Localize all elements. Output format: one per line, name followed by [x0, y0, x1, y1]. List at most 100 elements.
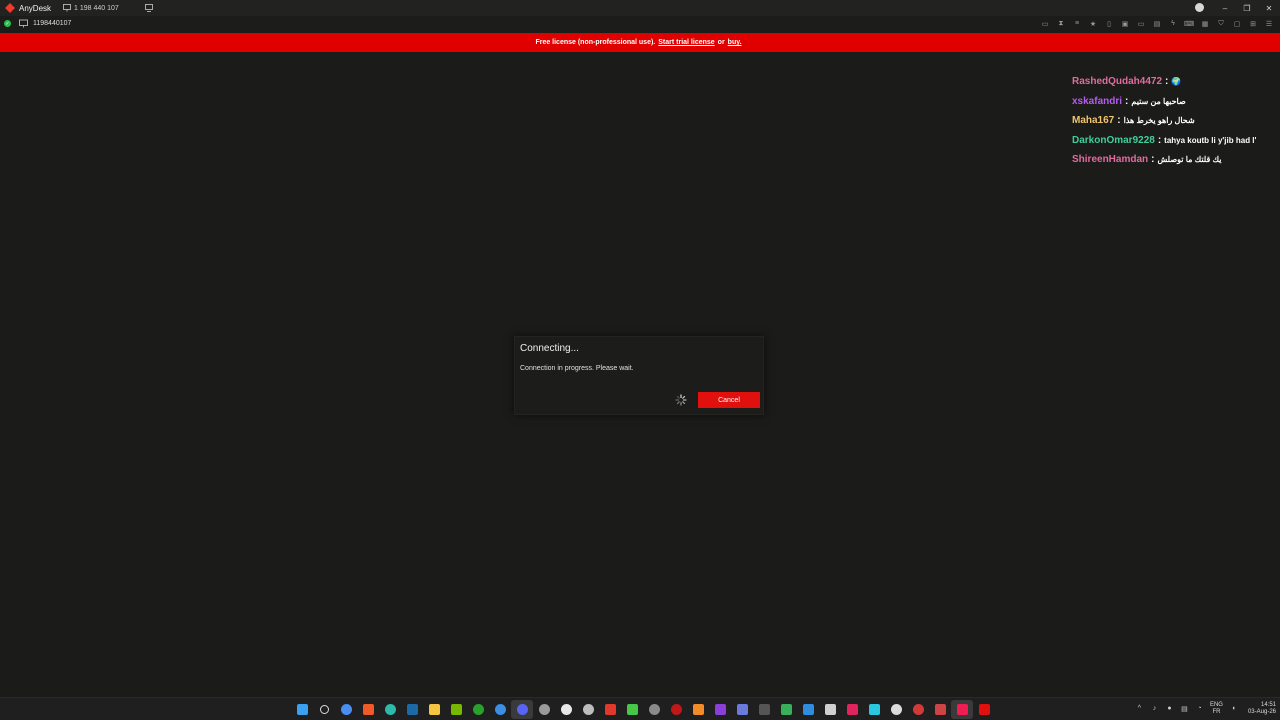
- session-tab[interactable]: 1 198 440 107: [63, 4, 119, 12]
- chat-text: tahya koutb li y'jib had l': [1164, 135, 1257, 145]
- chat-username: DarkonOmar9228: [1072, 134, 1155, 146]
- anydesk-active-icon[interactable]: [973, 700, 995, 719]
- window-controls: – ❐ ✕: [1214, 0, 1280, 16]
- monitor-add-icon: [144, 4, 153, 12]
- chat-message: Maha167: شحال راهو يخرط هذا: [1072, 111, 1280, 131]
- chat-separator: :: [1151, 154, 1155, 166]
- chat-icon[interactable]: ▭: [1040, 19, 1050, 28]
- steam-icon[interactable]: [401, 700, 423, 719]
- lightning-icon[interactable]: ϟ: [1168, 19, 1178, 28]
- file-icon[interactable]: ▯: [1104, 19, 1114, 28]
- z-app-icon[interactable]: [863, 700, 885, 719]
- mic-icon[interactable]: ●: [1165, 705, 1174, 712]
- dialog-title: Connecting...: [520, 343, 579, 354]
- volume-icon[interactable]: ◖: [1229, 705, 1238, 712]
- wifi-icon[interactable]: ◔: [1195, 705, 1204, 712]
- folder-icon[interactable]: [423, 700, 445, 719]
- speedometer-icon[interactable]: [533, 700, 555, 719]
- search-icon[interactable]: [313, 700, 335, 719]
- monitor-icon: [19, 19, 28, 28]
- chat-username: RashedQudah4472: [1072, 76, 1163, 88]
- loading-spinner-icon: [675, 394, 687, 406]
- globe-icon[interactable]: [489, 700, 511, 719]
- clock-icon[interactable]: [643, 700, 665, 719]
- keyboard-icon[interactable]: ⌨: [1184, 19, 1194, 28]
- language-top: ENG: [1209, 701, 1223, 708]
- close-button[interactable]: ✕: [1258, 4, 1280, 13]
- settings-app-icon[interactable]: [907, 700, 929, 719]
- play-icon[interactable]: [621, 700, 643, 719]
- grid-icon[interactable]: ⊞: [1248, 19, 1258, 28]
- chat-separator: :: [1165, 76, 1169, 88]
- language-indicator[interactable]: ENG FR: [1210, 702, 1223, 716]
- speaker-icon[interactable]: ♪: [1150, 705, 1159, 712]
- vscode-icon[interactable]: [797, 700, 819, 719]
- record-icon[interactable]: [665, 700, 687, 719]
- clock[interactable]: 14:51 03-Aug-26: [1248, 702, 1276, 716]
- anydesk-icon[interactable]: [599, 700, 621, 719]
- chat-message: xskafandri: صاحبها من ستيم: [1072, 92, 1280, 112]
- anydesk-logo-icon: [4, 2, 16, 14]
- obs-icon[interactable]: [885, 700, 907, 719]
- xbox-icon[interactable]: [467, 700, 489, 719]
- license-text: Free license (non-professional use).: [535, 39, 656, 46]
- title-bar: AnyDesk 1 198 440 107 – ❐ ✕: [0, 0, 1280, 16]
- brave-icon[interactable]: [357, 700, 379, 719]
- system-tray: ^ ♪ ● ▤ ◔ ENG FR ◖ 14:51 03-Aug-26: [1135, 697, 1276, 720]
- new-session-tab[interactable]: [144, 4, 153, 12]
- chat-separator: :: [1117, 115, 1121, 127]
- minimize-button[interactable]: –: [1214, 4, 1236, 13]
- shield-app-icon[interactable]: [709, 700, 731, 719]
- database-icon[interactable]: ≡: [1072, 19, 1082, 28]
- taskbar: [0, 697, 1280, 720]
- chat-username: ShireenHamdan: [1072, 154, 1149, 166]
- camera-icon[interactable]: [577, 700, 599, 719]
- edge-icon[interactable]: [379, 700, 401, 719]
- buy-link[interactable]: buy.: [728, 39, 742, 46]
- monitor-icon[interactable]: ▭: [1136, 19, 1146, 28]
- nvidia-icon[interactable]: [445, 700, 467, 719]
- license-banner: Free license (non-professional use). Sta…: [0, 33, 1280, 52]
- grid-app-icon[interactable]: [819, 700, 841, 719]
- connection-status-icon: ✓: [4, 20, 11, 27]
- session-toolbar: ▭ ⧗ ≡ ★ ▯ ▣ ▭ ▤ ϟ ⌨ ▦ ⛉ ▢ ⊞ ☰: [1040, 16, 1274, 31]
- chevron-up-icon[interactable]: ^: [1135, 705, 1144, 712]
- tiktok-icon[interactable]: [951, 700, 973, 719]
- clock-date: 03-Aug-26: [1247, 708, 1276, 715]
- g-hub-icon[interactable]: [555, 700, 577, 719]
- monitor-icon: [63, 4, 71, 12]
- image-app-icon[interactable]: [929, 700, 951, 719]
- hourglass-icon[interactable]: ⧗: [1056, 19, 1066, 28]
- restore-button[interactable]: ❐: [1236, 4, 1258, 13]
- actions-icon[interactable]: ▦: [1200, 19, 1210, 28]
- bell-app-icon[interactable]: [753, 700, 775, 719]
- chart-app-icon[interactable]: [775, 700, 797, 719]
- chat-separator: :: [1125, 95, 1129, 107]
- media-app-icon[interactable]: [841, 700, 863, 719]
- cancel-button[interactable]: Cancel: [698, 392, 760, 408]
- star-icon[interactable]: ★: [1088, 19, 1098, 28]
- shield-icon[interactable]: ⛉: [1216, 19, 1226, 28]
- start-trial-link[interactable]: Start trial license: [658, 39, 714, 46]
- menu-icon[interactable]: ☰: [1264, 19, 1274, 28]
- discord-icon[interactable]: [511, 700, 533, 719]
- address-value[interactable]: 1198440107: [33, 20, 71, 27]
- display-icon[interactable]: ▣: [1120, 19, 1130, 28]
- chat-overlay: RashedQudah4472: 🌍 xskafandri: صاحبها من ست…: [1072, 72, 1280, 170]
- profile-icon[interactable]: [1195, 3, 1204, 12]
- chat-username: xskafandri: [1072, 95, 1123, 107]
- cloud-icon[interactable]: [687, 700, 709, 719]
- language-bottom: FR: [1212, 708, 1221, 715]
- chat-text: شحال راهو يخرط هذا: [1123, 116, 1195, 126]
- screen-icon[interactable]: ▢: [1232, 19, 1242, 28]
- user-app-icon[interactable]: [731, 700, 753, 719]
- chrome-icon[interactable]: [335, 700, 357, 719]
- network-icon[interactable]: ▤: [1180, 705, 1189, 713]
- connecting-dialog: Connecting... Connection in progress. Pl…: [514, 336, 764, 415]
- message-icon[interactable]: ▤: [1152, 19, 1162, 28]
- app-name: AnyDesk: [19, 3, 52, 13]
- clock-time: 14:51: [1260, 701, 1276, 708]
- session-tab-label: 1 198 440 107: [74, 4, 119, 12]
- chat-text: صاحبها من ستيم: [1131, 96, 1186, 106]
- start-icon[interactable]: [291, 700, 313, 719]
